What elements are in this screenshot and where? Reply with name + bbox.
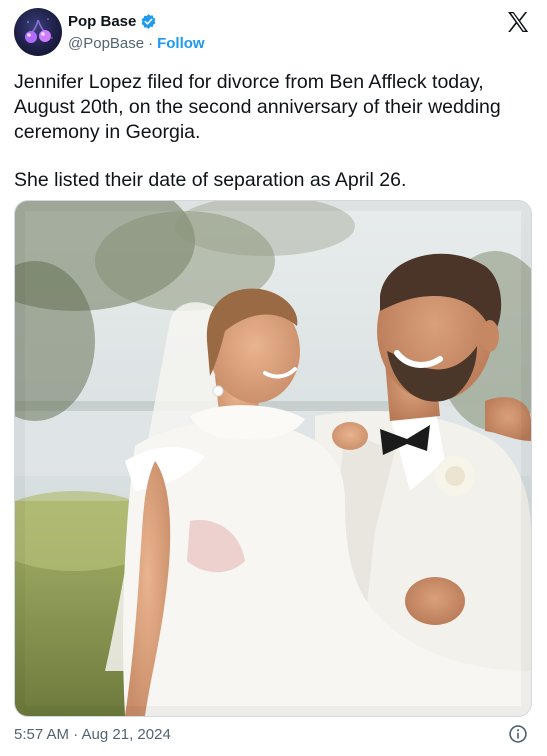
tweet-photo[interactable] bbox=[14, 200, 532, 717]
handle[interactable]: @PopBase bbox=[68, 35, 144, 52]
tweet-header: Pop Base @PopBase · Follow bbox=[14, 8, 532, 58]
handle-row: @PopBase · Follow bbox=[68, 35, 205, 52]
tweet-text: Jennifer Lopez filed for divorce from Be… bbox=[14, 70, 534, 193]
display-name[interactable]: Pop Base bbox=[68, 13, 136, 30]
timestamp-link[interactable]: 5:57 AM · Aug 21, 2024 bbox=[14, 726, 171, 743]
separator-dot: · bbox=[148, 35, 154, 52]
name-row: Pop Base bbox=[68, 13, 157, 30]
info-icon[interactable] bbox=[508, 724, 528, 744]
tweet-paragraph: Jennifer Lopez filed for divorce from Be… bbox=[14, 71, 501, 143]
follow-button[interactable]: Follow bbox=[157, 35, 205, 52]
tweet-card: Pop Base @PopBase · Follow Jennifer Lope… bbox=[0, 0, 547, 756]
x-logo-icon[interactable] bbox=[506, 10, 530, 34]
avatar[interactable] bbox=[14, 8, 62, 56]
tweet-footer: 5:57 AM · Aug 21, 2024 bbox=[14, 724, 534, 746]
tweet-paragraph: She listed their date of separation as A… bbox=[14, 169, 407, 191]
verified-badge-icon bbox=[140, 13, 157, 30]
